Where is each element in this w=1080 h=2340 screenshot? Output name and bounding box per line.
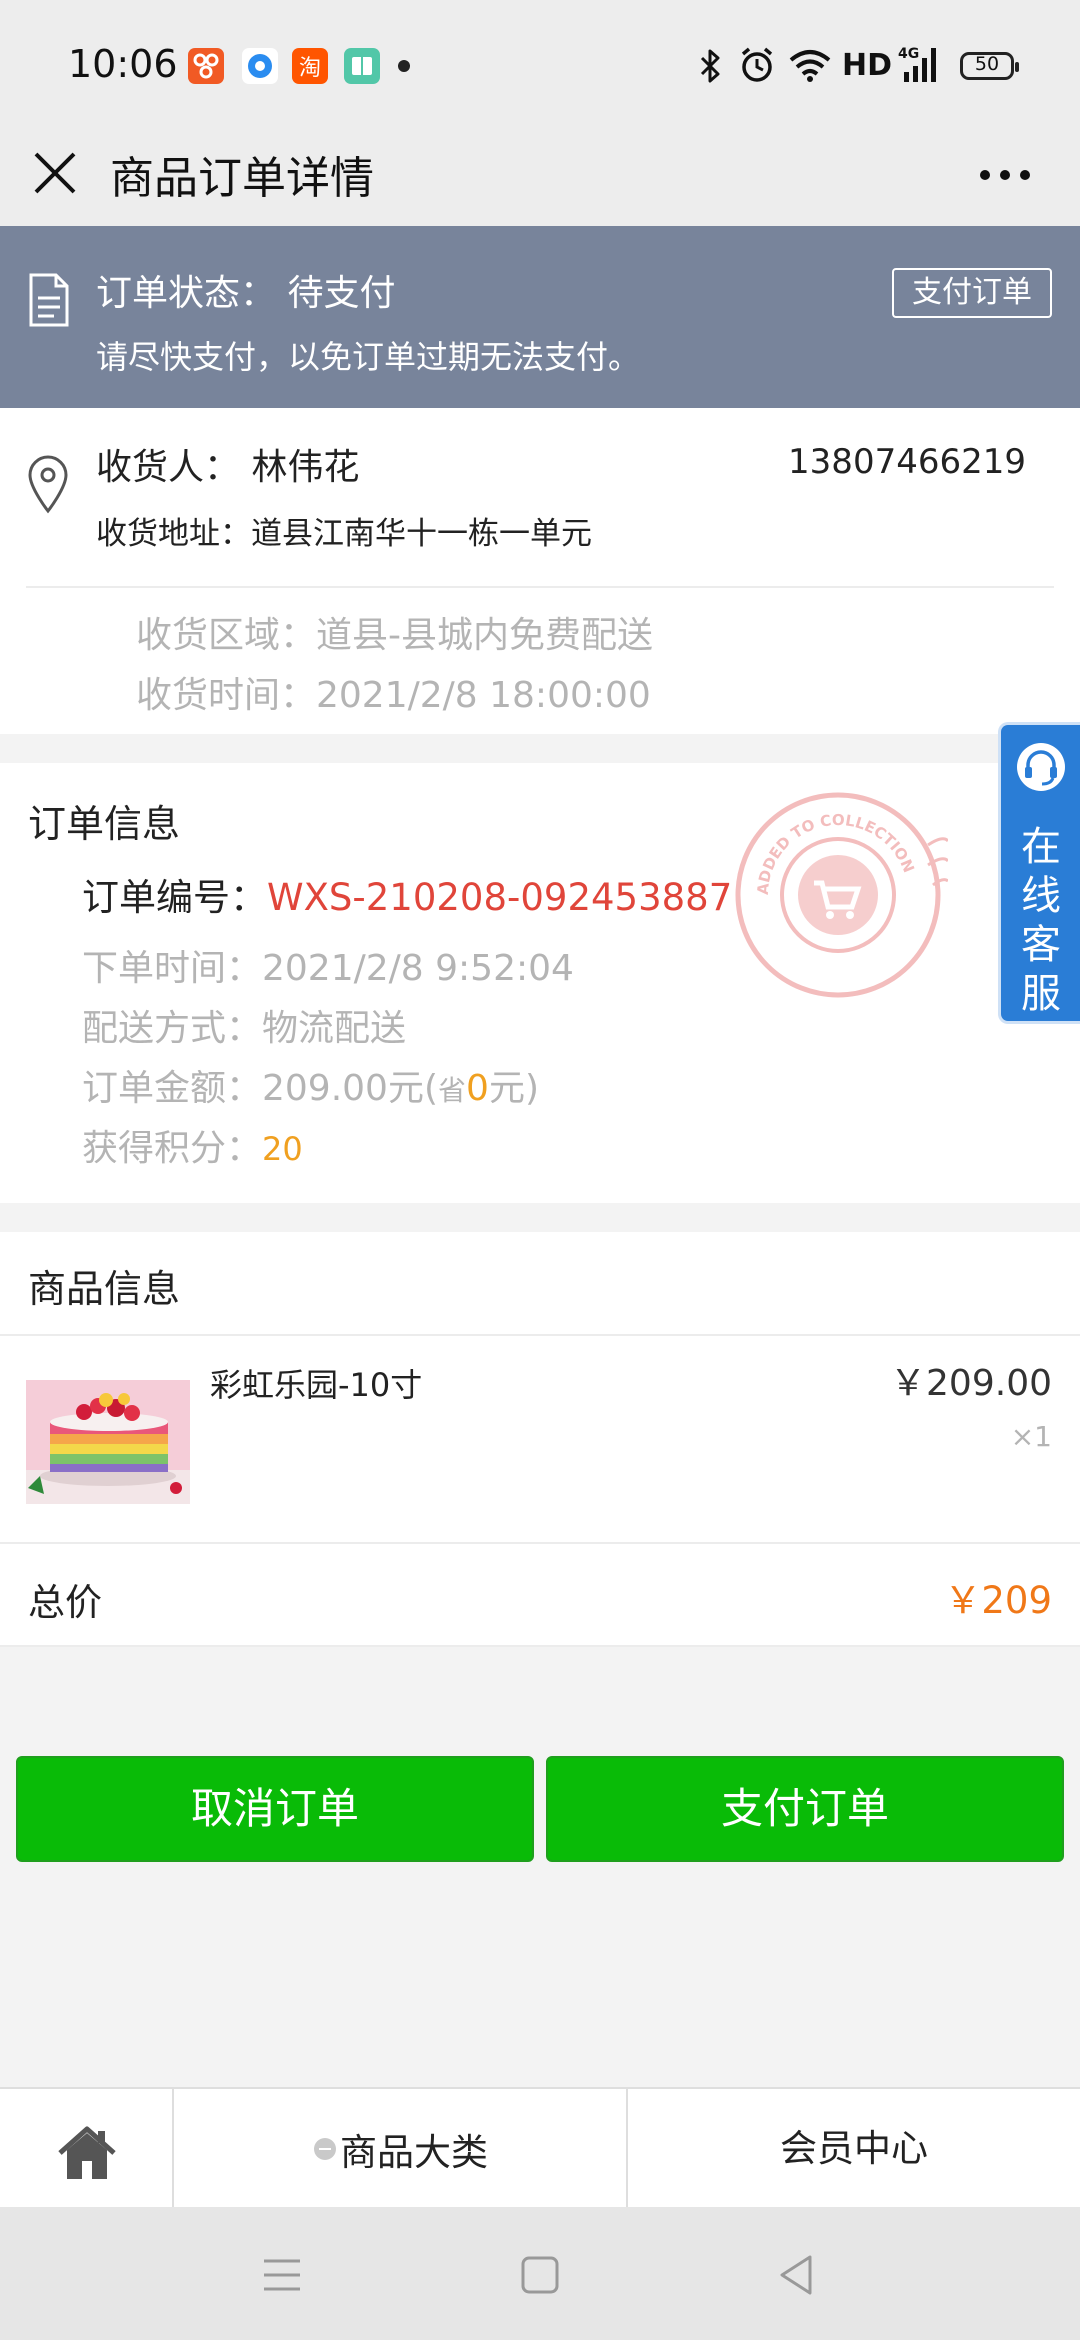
address-section: 收货人： 林伟花 13807466219 收货地址：道县江南华十一栋一单元 收货… (0, 408, 1080, 734)
home-icon[interactable] (56, 2125, 118, 2181)
app-icon-red (188, 48, 224, 84)
home-square-icon[interactable] (520, 2255, 560, 2295)
order-time: 下单时间：2021/2/8 9:52:04 (82, 948, 574, 989)
taobao-icon: 淘 (292, 48, 328, 84)
points: 获得积分：20 (82, 1119, 303, 1171)
network-type-label: HD (842, 48, 893, 83)
battery-icon: 50 (960, 52, 1019, 80)
page-title: 商品订单详情 (110, 153, 374, 204)
order-status-text: 订单状态： 待支付 (96, 273, 396, 314)
goods-name: 彩虹乐园-10寸 (210, 1366, 423, 1404)
delivery-method: 配送方式：物流配送 (82, 1008, 407, 1049)
delivery-time: 收货时间：2021/2/8 18:00:00 (136, 675, 651, 716)
goods-quantity: ×1 (1010, 1420, 1052, 1453)
category-dot-icon (314, 2138, 336, 2160)
order-amount-save-label: 省 (438, 1074, 467, 1107)
svg-text:4G: 4G (898, 46, 919, 62)
collection-stamp-icon: ADDED TO COLLECTION (735, 792, 948, 998)
title-bar: 商品订单详情 (0, 130, 1080, 226)
notification-dot-icon (398, 60, 410, 72)
more-options-icon[interactable] (978, 160, 1032, 190)
battery-level: 50 (974, 53, 1000, 75)
total-value: ￥209 (944, 1579, 1052, 1622)
nav-item-categories[interactable]: 商品大类 (174, 2089, 628, 2209)
order-status-tip: 请尽快支付，以免订单过期无法支付。 (96, 338, 641, 376)
wifi-icon (789, 50, 831, 82)
reader-icon (344, 48, 380, 84)
status-time: 10:06 (68, 42, 178, 86)
total-label: 总价 (28, 1581, 102, 1624)
order-amount-suffix: 元) (488, 1068, 539, 1109)
order-amount-prefix: 订单金额：209.00元( (82, 1068, 439, 1109)
bottom-nav: 商品大类 会员中心 (0, 2087, 1080, 2209)
divider (26, 586, 1054, 588)
svg-text:淘: 淘 (299, 56, 321, 81)
back-triangle-icon[interactable] (776, 2253, 816, 2297)
nav-item-categories-label: 商品大类 (340, 2131, 488, 2174)
delivery-address: 收货地址：道县江南华十一栋一单元 (96, 516, 592, 552)
close-icon[interactable] (30, 148, 80, 198)
points-label: 获得积分： (82, 1128, 263, 1169)
system-nav-bar (0, 2207, 1080, 2340)
receiver-name: 收货人： 林伟花 (96, 447, 360, 488)
alarm-icon (741, 47, 773, 82)
points-value: 20 (262, 1130, 303, 1168)
divider (0, 1542, 1080, 1544)
order-number-label: 订单编号： (82, 876, 267, 919)
receiver-phone: 13807466219 (788, 442, 1026, 482)
nav-item-member-center[interactable]: 会员中心 (628, 2089, 1080, 2209)
order-number: 订单编号：WXS-210208-092453887 (82, 867, 732, 921)
order-amount-save-value: 0 (466, 1068, 489, 1109)
goods-price: ￥209.00 (890, 1363, 1052, 1404)
goods-title: 商品信息 (28, 1267, 181, 1311)
status-bar: 10:06 淘 HD 4G 50 (0, 0, 1080, 130)
bluetooth-icon (700, 49, 720, 83)
signal-4g-icon: 4G (898, 46, 936, 82)
banner-pay-button[interactable]: 支付订单 (892, 268, 1052, 318)
cake-thumbnail (26, 1380, 190, 1504)
app-icon-blue (242, 48, 278, 84)
headset-icon (1017, 743, 1065, 791)
order-amount: 订单金额：209.00元(省0元) (82, 1059, 539, 1111)
goods-section: 商品信息 彩虹乐园-10寸 ￥209.00 ×1 总价 ￥209 (0, 1232, 1080, 1647)
order-status-banner: 订单状态： 待支付 请尽快支付，以免订单过期无法支付。 支付订单 (0, 226, 1080, 408)
online-service-label: 在线客服 (1021, 824, 1061, 1017)
order-info-section: ADDED TO COLLECTION 订单信息 订单编号：WXS-210208… (0, 763, 1080, 1203)
order-info-title: 订单信息 (28, 802, 181, 846)
location-pin-icon (28, 455, 68, 514)
divider (0, 1645, 1080, 1647)
delivery-area: 收货区域：道县-县城内免费配送 (136, 615, 653, 656)
document-icon (29, 273, 69, 327)
menu-icon[interactable] (262, 2257, 302, 2293)
divider (0, 1334, 1080, 1336)
online-service-button[interactable]: 在线客服 (998, 722, 1080, 1024)
order-number-value: WXS-210208-092453887 (267, 876, 733, 919)
pay-order-button[interactable]: 支付订单 (546, 1756, 1064, 1862)
cancel-order-button[interactable]: 取消订单 (16, 1756, 534, 1862)
